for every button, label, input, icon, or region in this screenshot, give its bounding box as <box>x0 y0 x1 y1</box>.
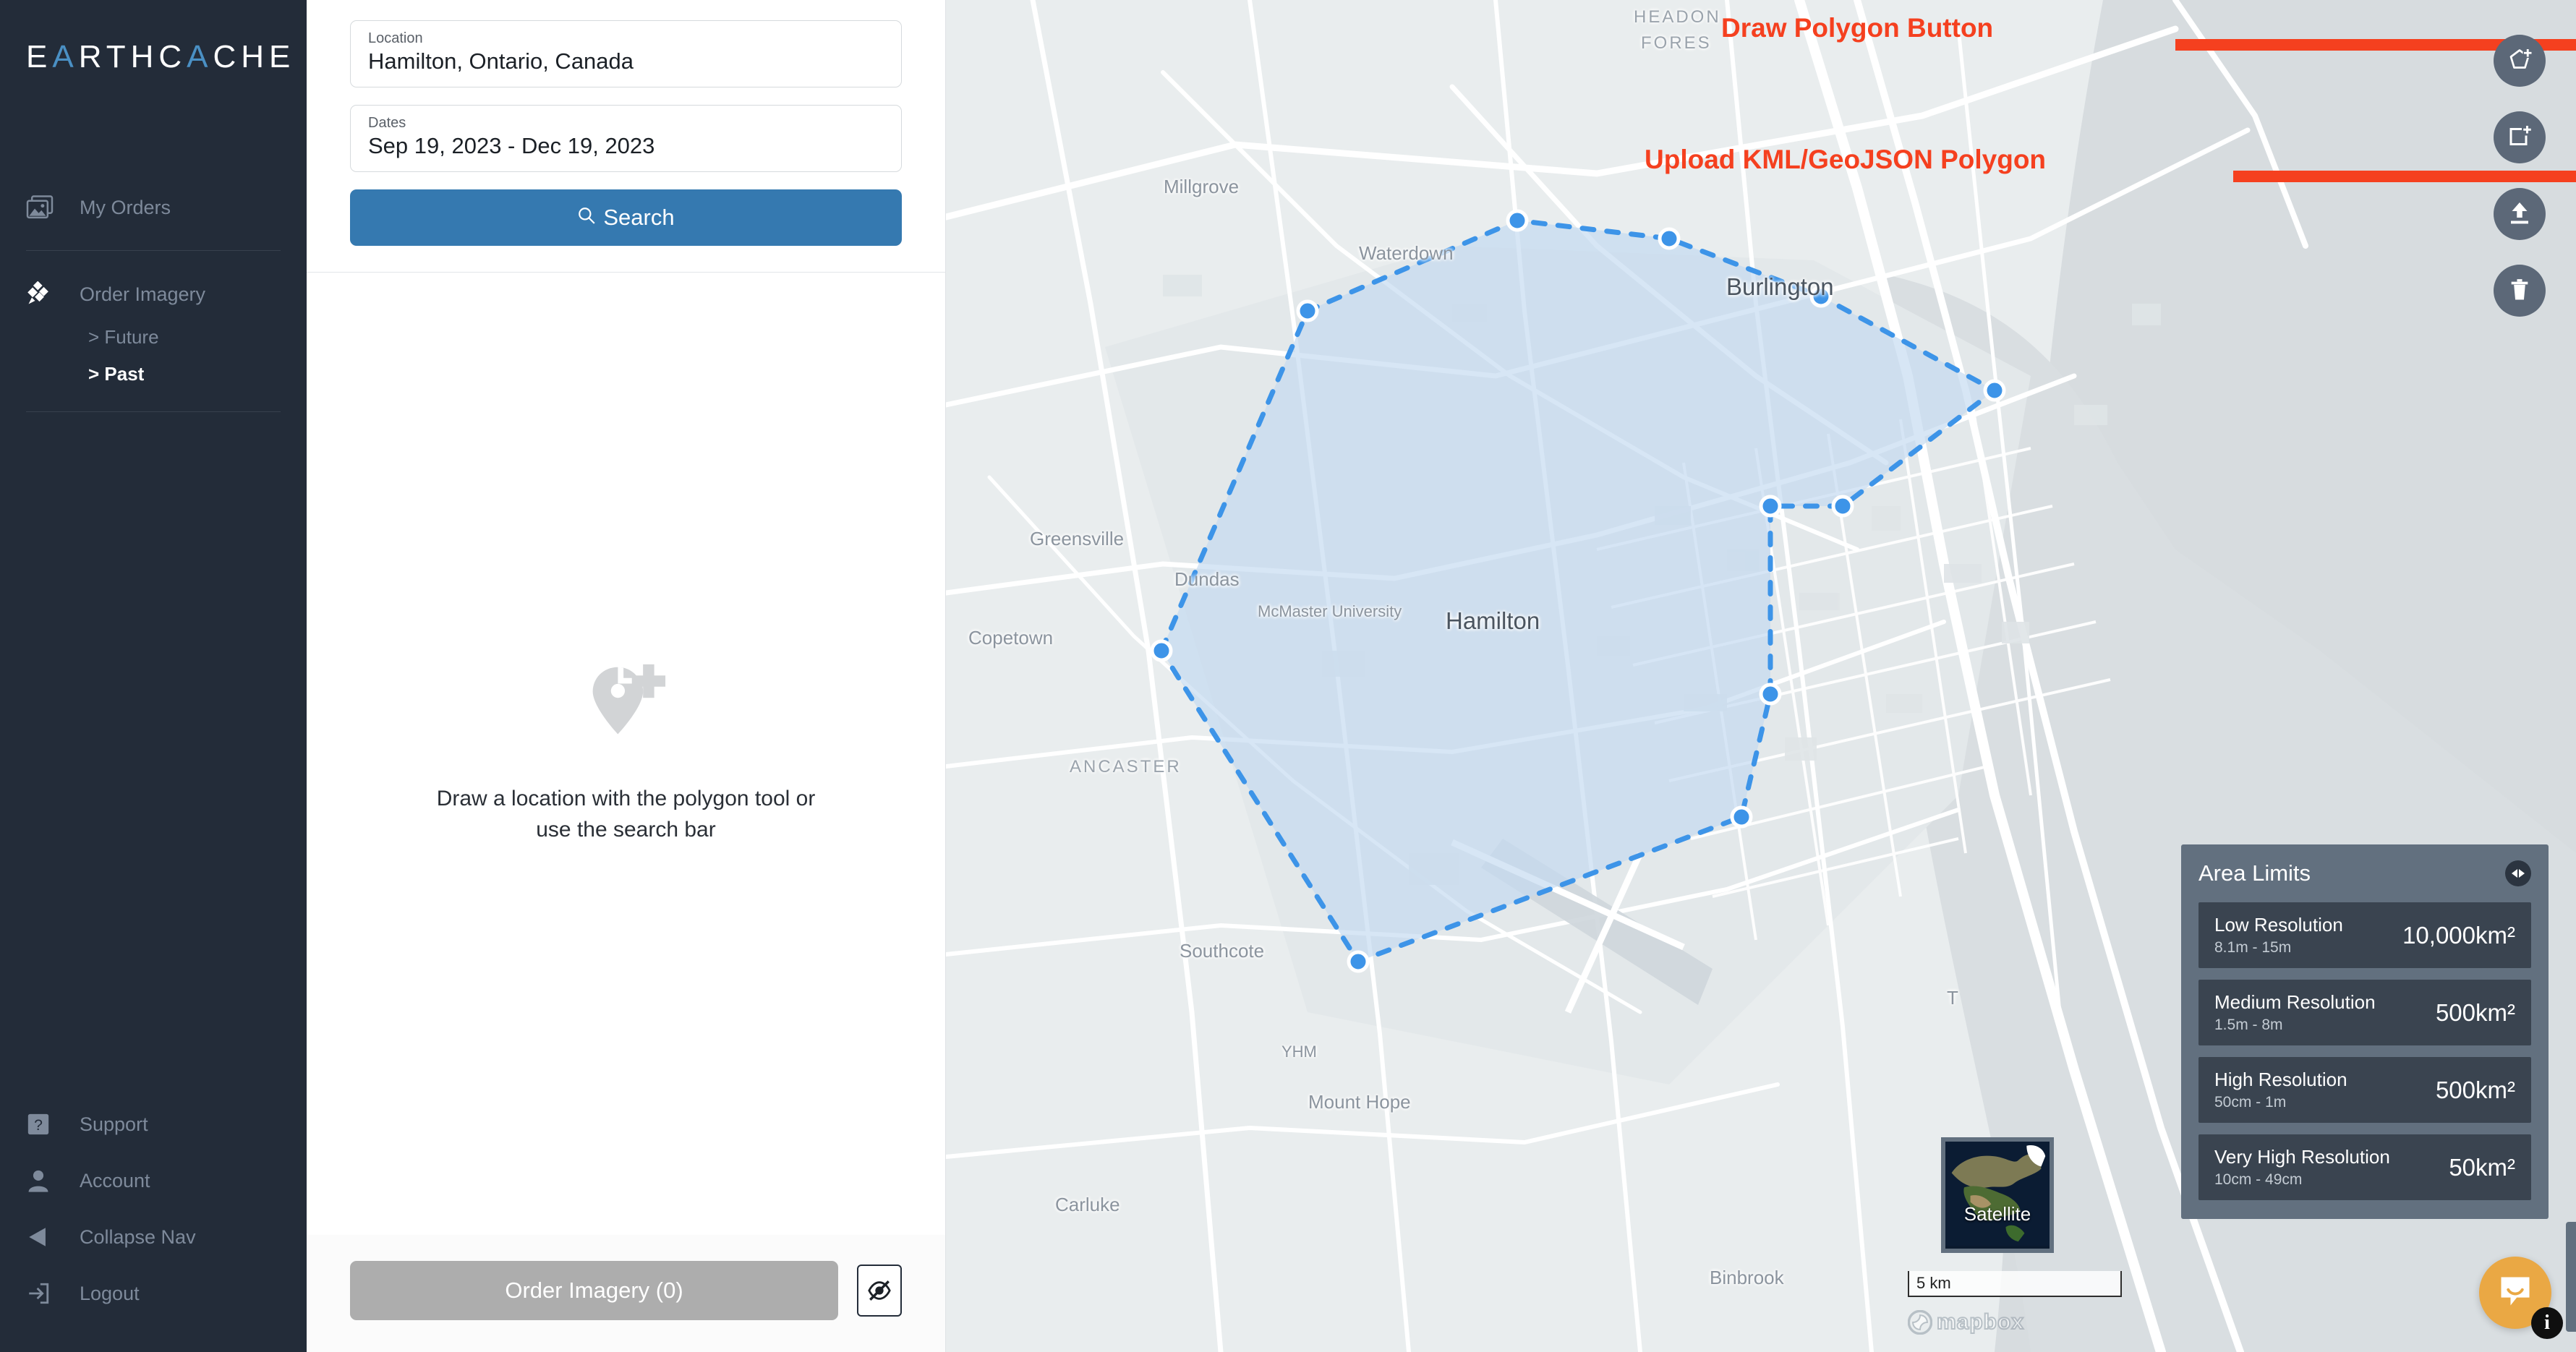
upload-polygon-button[interactable] <box>2494 188 2546 240</box>
area-limit-row: Very High Resolution 10cm - 49cm 50km² <box>2198 1134 2531 1200</box>
nav-divider <box>26 250 281 251</box>
dates-label: Dates <box>368 115 406 131</box>
search-icon <box>577 205 596 231</box>
mapbox-icon <box>1908 1310 1932 1335</box>
person-icon <box>26 1168 59 1193</box>
rectangle-plus-icon <box>2507 124 2533 152</box>
basemap-toggle-label: Satellite <box>1963 1203 2031 1225</box>
location-input[interactable]: Location Hamilton, Ontario, Canada <box>350 20 902 87</box>
images-icon <box>26 195 59 220</box>
svg-text:?: ? <box>34 1116 43 1134</box>
sidebar-item-label: Logout <box>80 1282 140 1304</box>
logo[interactable]: E A RTHC A CHE <box>0 0 307 75</box>
sidebar-item-order-imagery[interactable]: Order Imagery <box>0 270 307 319</box>
area-limit-name: High Resolution <box>2214 1069 2347 1090</box>
area-limit-value: 50km² <box>2449 1153 2515 1181</box>
search-panel: Location Hamilton, Ontario, Canada Dates… <box>307 0 946 1352</box>
area-limit-value: 10,000km² <box>2402 921 2515 949</box>
sidebar-item-support[interactable]: ? Support <box>0 1096 307 1152</box>
map-tools <box>2494 35 2546 341</box>
upload-icon <box>2507 200 2533 228</box>
search-form: Location Hamilton, Ontario, Canada Dates… <box>307 0 945 273</box>
search-button[interactable]: Search <box>350 189 902 246</box>
sidebar-subitem-future[interactable]: > Future <box>0 319 307 356</box>
add-location-pin-icon <box>587 662 666 746</box>
empty-state: Draw a location with the polygon tool or… <box>307 273 945 1235</box>
map-scale-bar: 5 km <box>1908 1271 2122 1297</box>
map-canvas[interactable]: HEADON FORES Millgrove Waterdown Burling… <box>946 0 2576 1352</box>
info-button[interactable]: i <box>2531 1307 2563 1339</box>
sidebar-item-account[interactable]: Account <box>0 1152 307 1209</box>
triangle-left-icon <box>26 1225 59 1249</box>
area-limit-name: Low Resolution <box>2214 914 2343 936</box>
eye-off-icon[interactable] <box>857 1265 902 1317</box>
area-limit-name: Very High Resolution <box>2214 1146 2390 1168</box>
question-mark-icon: ? <box>26 1112 59 1137</box>
logo-text-3: CHE <box>213 39 296 74</box>
sidebar-subitem-past[interactable]: > Past <box>0 356 307 393</box>
sidebar-item-collapse-nav[interactable]: Collapse Nav <box>0 1209 307 1265</box>
mapbox-label: mapbox <box>1936 1309 2025 1335</box>
sidebar-item-logout[interactable]: Logout <box>0 1265 307 1322</box>
annotation-upload-polygon: Upload KML/GeoJSON Polygon <box>1645 145 2047 174</box>
satellite-icon <box>26 281 59 307</box>
location-label: Location <box>368 30 423 46</box>
collapse-arrows-icon[interactable] <box>2505 860 2531 886</box>
app-root: E A RTHC A CHE My Orders Order Imagery > Fut… <box>0 0 2576 1352</box>
area-limit-range: 1.5m - 8m <box>2214 1017 2283 1033</box>
dates-input[interactable]: Dates Sep 19, 2023 - Dec 19, 2023 <box>350 105 902 172</box>
sidebar-item-label: Order Imagery <box>80 283 206 305</box>
empty-state-line-1: Draw a location with the polygon tool or <box>436 787 816 811</box>
area-limits-panel: Area Limits Low Resolution 8.1m - 15m 10… <box>2181 844 2549 1219</box>
logout-icon <box>26 1281 59 1306</box>
area-limit-row: Low Resolution 8.1m - 15m 10,000km² <box>2198 902 2531 968</box>
secondary-nav: ? Support Account Collapse Nav Logout <box>0 1096 307 1322</box>
draw-polygon-button[interactable] <box>2494 35 2546 87</box>
primary-nav: My Orders Order Imagery > Future > Past <box>0 184 307 431</box>
search-button-label: Search <box>603 205 675 230</box>
sidebar-item-label: Account <box>80 1169 150 1191</box>
area-limit-range: 10cm - 49cm <box>2214 1171 2303 1188</box>
polygon-plus-icon <box>2507 47 2533 75</box>
sidebar-item-my-orders[interactable]: My Orders <box>0 184 307 231</box>
area-limit-value: 500km² <box>2435 998 2515 1026</box>
area-limit-range: 50cm - 1m <box>2214 1094 2287 1111</box>
nav-divider-2 <box>26 411 281 412</box>
polygon-area-badge: Polygon Area: 210.943 km² <box>2566 1222 2576 1332</box>
annotation-draw-polygon: Draw Polygon Button <box>1721 13 1994 43</box>
satellite-thumbnail <box>1945 1142 2050 1246</box>
logo-text-2: RTHC <box>78 39 187 74</box>
order-imagery-button[interactable]: Order Imagery (0) <box>350 1261 838 1320</box>
sidebar-item-label: My Orders <box>80 196 171 218</box>
logo-text-1: E <box>26 39 53 74</box>
draw-rectangle-button[interactable] <box>2494 111 2546 163</box>
sidebar: E A RTHC A CHE My Orders Order Imagery > Fut… <box>0 0 307 1352</box>
delete-polygon-button[interactable] <box>2494 265 2546 317</box>
trash-icon <box>2507 278 2532 304</box>
logo-accent-a2: A <box>187 39 213 74</box>
dates-value[interactable]: Sep 19, 2023 - Dec 19, 2023 <box>368 133 884 159</box>
area-limits-title: Area Limits <box>2198 860 2311 886</box>
area-limit-value: 500km² <box>2435 1076 2515 1103</box>
panel-footer: Order Imagery (0) <box>307 1235 945 1352</box>
area-limit-row: Medium Resolution 1.5m - 8m 500km² <box>2198 980 2531 1045</box>
empty-state-line-2: use the search bar <box>536 818 716 842</box>
chat-bubble-icon <box>2496 1272 2534 1314</box>
mapbox-attribution[interactable]: mapbox <box>1908 1309 2025 1335</box>
area-limit-range: 8.1m - 15m <box>2214 939 2292 956</box>
location-value[interactable]: Hamilton, Ontario, Canada <box>368 48 884 74</box>
basemap-toggle-satellite[interactable]: Satellite <box>1941 1137 2054 1253</box>
area-limit-name: Medium Resolution <box>2214 991 2376 1013</box>
logo-accent-a1: A <box>52 39 79 74</box>
area-limit-row: High Resolution 50cm - 1m 500km² <box>2198 1057 2531 1123</box>
sidebar-item-label: Support <box>80 1113 148 1135</box>
sidebar-item-label: Collapse Nav <box>80 1225 196 1248</box>
